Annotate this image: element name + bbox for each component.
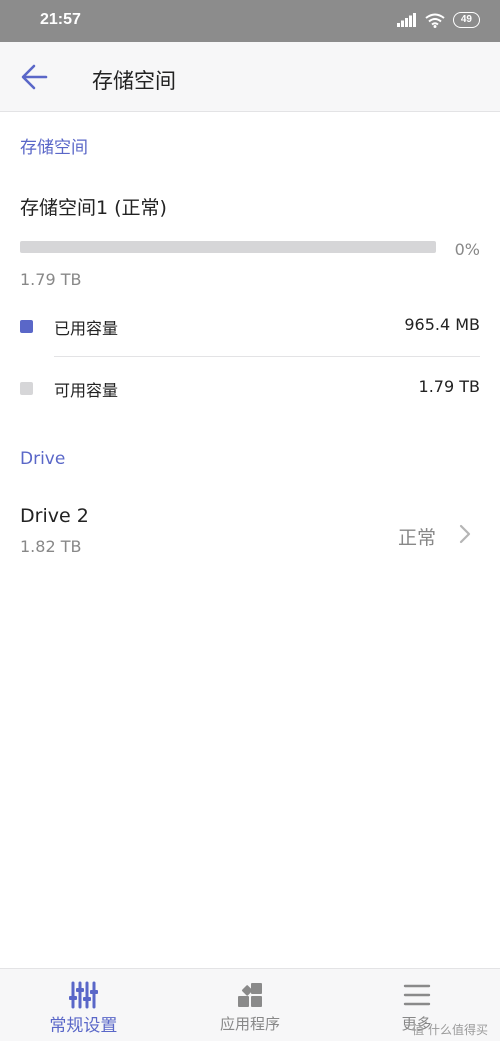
back-button[interactable] — [16, 62, 52, 92]
nav-applications[interactable]: 应用程序 — [167, 969, 334, 1041]
wifi-icon — [425, 13, 445, 28]
app-bar: 存储空间 — [0, 42, 500, 112]
drive-name: Drive 2 — [20, 505, 89, 527]
arrow-left-icon — [21, 64, 48, 90]
drive-status: 正常 — [397, 527, 436, 549]
used-capacity-label: 已用容量 — [54, 319, 119, 338]
used-capacity-value: 965.4 MB — [404, 315, 480, 334]
available-capacity-value: 1.79 TB — [418, 377, 480, 396]
storage-total-size: 1.79 TB — [20, 270, 82, 289]
usage-progress-bar — [20, 241, 436, 253]
usage-percent: 0% — [454, 240, 480, 259]
used-color-swatch — [20, 320, 33, 333]
drive-size: 1.82 TB — [20, 537, 82, 556]
watermark: 值 什么值得买 — [412, 1023, 489, 1037]
nav-general-settings[interactable]: 常规设置 — [0, 969, 167, 1041]
available-capacity-row: 可用容量 1.79 TB — [0, 360, 500, 416]
storage-pool-name: 存储空间1 (正常) — [20, 197, 167, 219]
drive-section-header: Drive — [20, 449, 66, 469]
page-title: 存储空间 — [92, 69, 176, 93]
nav-general-settings-label: 常规设置 — [49, 1016, 118, 1036]
status-bar: 21:57 49 — [0, 0, 500, 42]
signal-icon — [396, 13, 416, 27]
nav-more[interactable]: 更多 值 什么值得买 — [333, 969, 500, 1041]
available-capacity-label: 可用容量 — [54, 381, 119, 400]
battery-indicator: 49 — [452, 12, 480, 28]
menu-icon — [403, 984, 430, 1006]
status-icons: 49 — [396, 12, 480, 28]
used-capacity-row: 已用容量 965.4 MB — [0, 298, 500, 354]
apps-grid-icon — [238, 983, 262, 1007]
sliders-icon — [69, 981, 99, 1009]
chevron-right-icon — [459, 524, 471, 544]
drive-list-item[interactable]: Drive 2 1.82 TB 正常 — [0, 495, 500, 575]
available-color-swatch — [20, 382, 33, 395]
status-time: 21:57 — [40, 11, 81, 28]
nav-applications-label: 应用程序 — [220, 1015, 281, 1033]
storage-section-header: 存储空间 — [20, 138, 88, 158]
legend-divider — [54, 356, 480, 357]
bottom-navigation: 常规设置 应用程序 更多 值 什么值得买 — [0, 968, 500, 1041]
